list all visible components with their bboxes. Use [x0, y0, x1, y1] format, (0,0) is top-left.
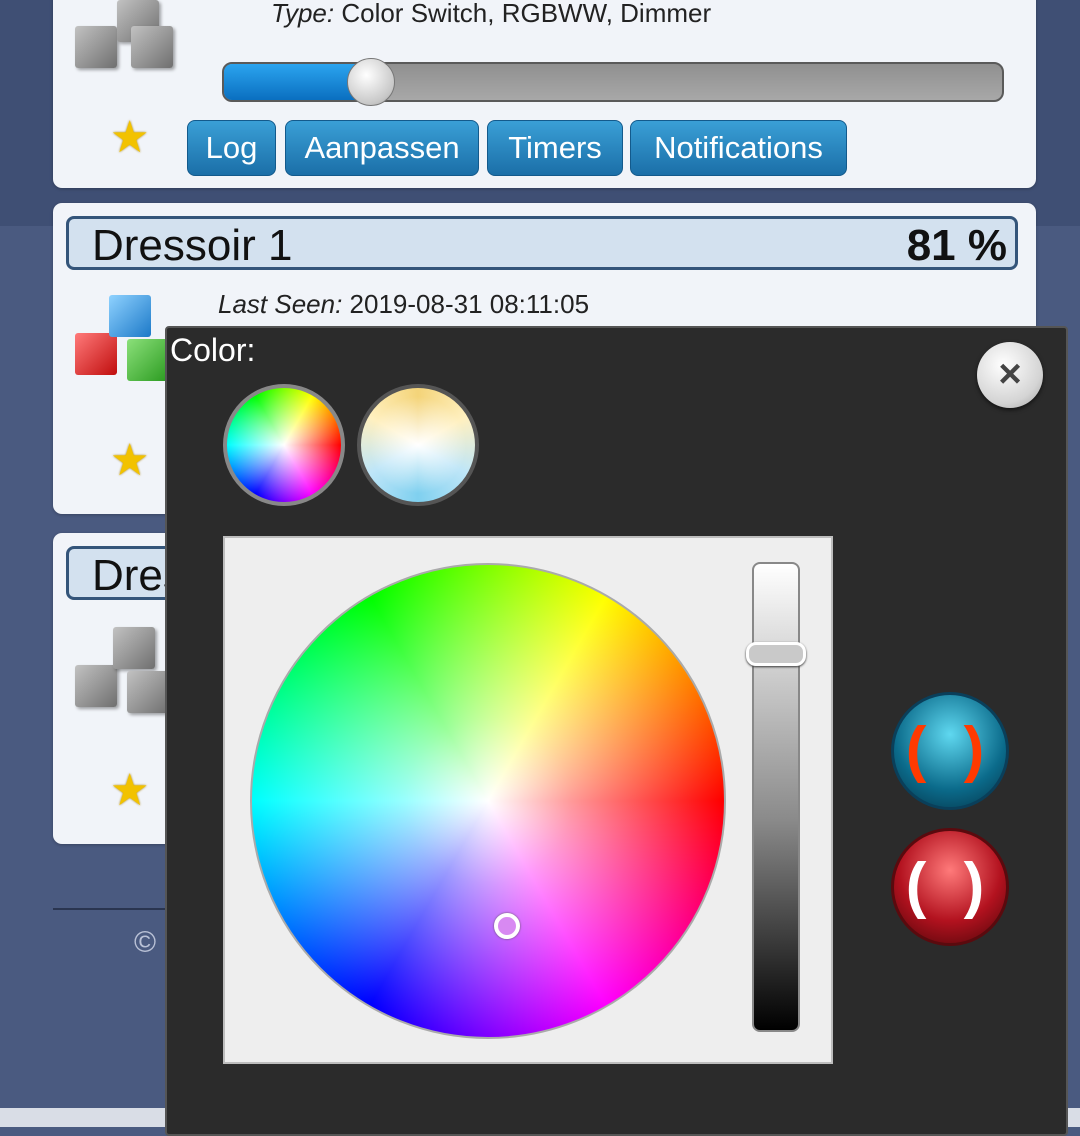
- copyright: ©: [134, 926, 157, 959]
- last-seen-label: Last Seen:: [218, 289, 343, 319]
- notifications-button[interactable]: Notifications: [630, 120, 847, 176]
- reset-button[interactable]: ( ): [891, 828, 1009, 946]
- device-titlebar: Dressoir 1 81 %: [66, 216, 1018, 270]
- log-button[interactable]: Log: [187, 120, 276, 176]
- footer-divider: [53, 908, 173, 910]
- favorite-star-icon[interactable]: ★: [110, 439, 149, 483]
- color-picker-panel: [223, 536, 833, 1064]
- favorite-star-icon[interactable]: ★: [110, 769, 149, 813]
- apply-button[interactable]: ( ): [891, 692, 1009, 810]
- brightness-slider[interactable]: [752, 562, 800, 1032]
- device-card-1: Type: Color Switch, RGBWW, Dimmer ★ Log …: [53, 0, 1036, 188]
- device-type: Type: Color Switch, RGBWW, Dimmer: [271, 0, 711, 29]
- device-level: 81 %: [906, 221, 1007, 270]
- dimmer-slider[interactable]: [222, 62, 1004, 102]
- type-label: Type:: [271, 0, 335, 28]
- device-icon-grey-cubes: [67, 0, 187, 98]
- white-temperature-icon[interactable]: [357, 384, 479, 506]
- timers-button[interactable]: Timers: [487, 120, 623, 176]
- last-seen-value: 2019-08-31 08:11:05: [342, 289, 590, 319]
- dimmer-slider-thumb[interactable]: [347, 58, 395, 106]
- close-icon[interactable]: ×: [977, 342, 1043, 408]
- color-selection-marker[interactable]: [494, 913, 520, 939]
- color-picker-dialog: Color: × ( ) ( ): [165, 326, 1068, 1136]
- brightness-slider-handle[interactable]: [746, 642, 806, 666]
- device-name: Dressoir 1: [92, 221, 293, 270]
- dialog-title: Color:: [170, 332, 256, 368]
- hue-saturation-wheel[interactable]: [250, 563, 726, 1039]
- last-seen: Last Seen: 2019-08-31 08:11:05: [218, 289, 589, 320]
- edit-button[interactable]: Aanpassen: [285, 120, 479, 176]
- color-wheel-icon[interactable]: [223, 384, 345, 506]
- favorite-star-icon[interactable]: ★: [110, 116, 149, 160]
- type-value: Color Switch, RGBWW, Dimmer: [334, 0, 712, 28]
